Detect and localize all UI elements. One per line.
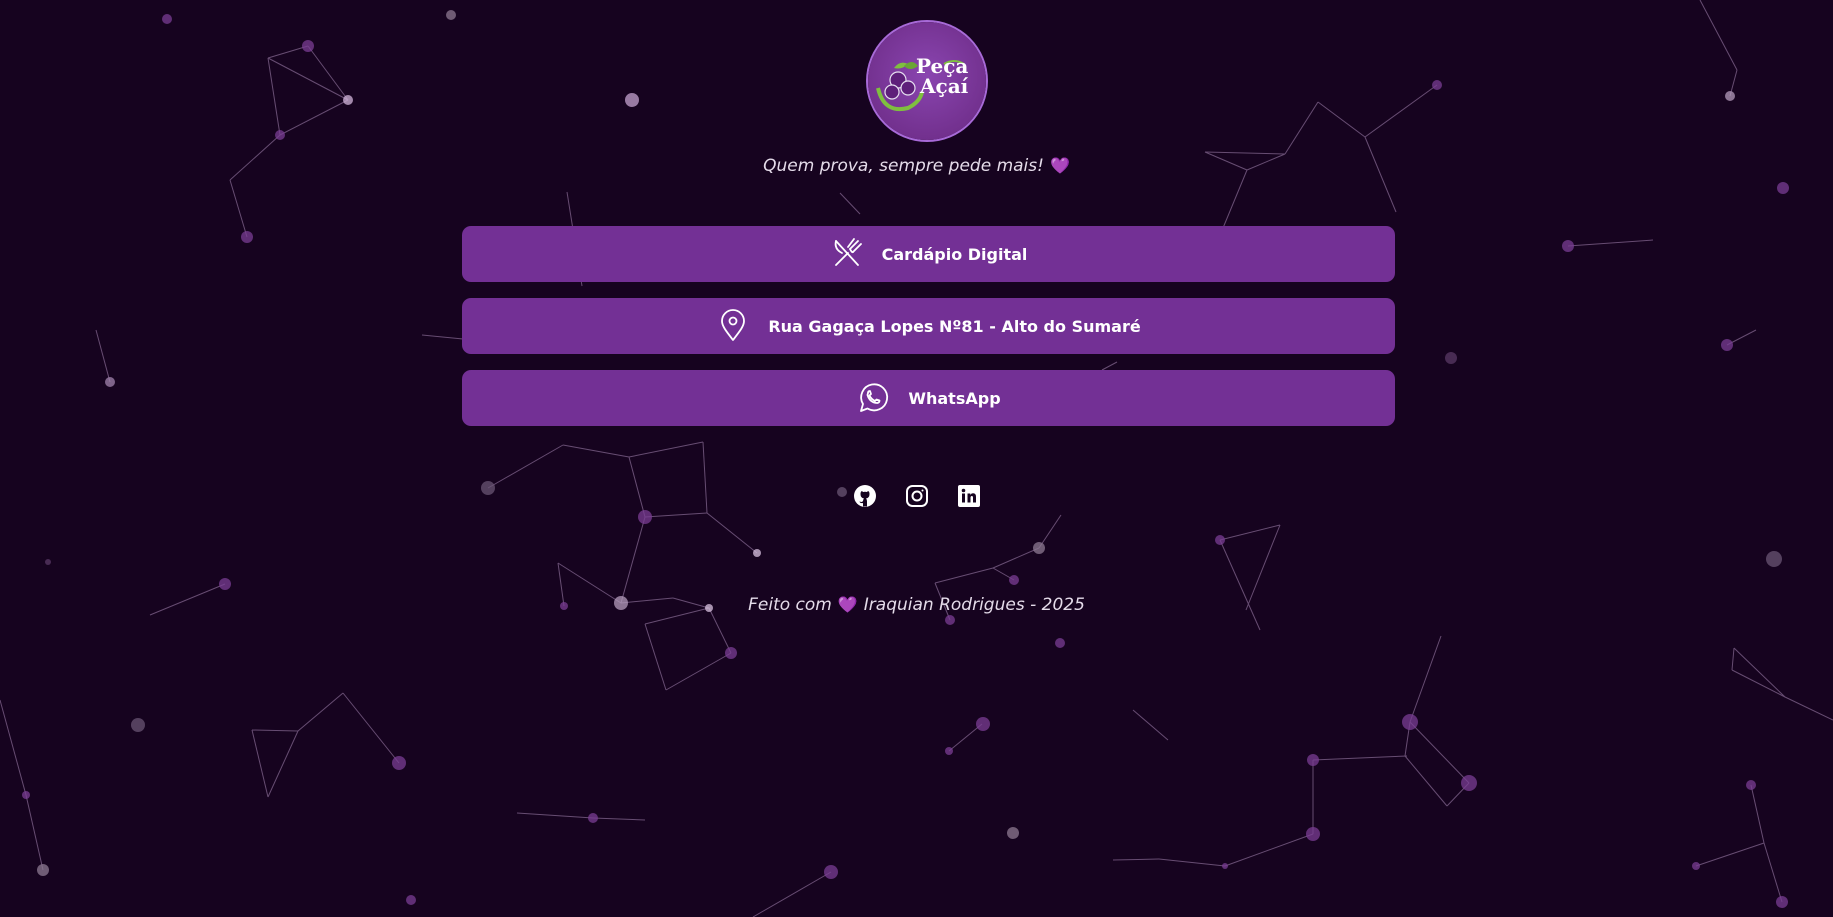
tagline-text: Quem prova, sempre pede mais! xyxy=(763,156,1044,176)
address-label: Rua Gagaça Lopes Nº81 - Alto do Sumaré xyxy=(768,316,1141,336)
utensils-icon xyxy=(830,237,864,271)
footer: Feito com 💜 Iraquian Rodrigues - 2025 xyxy=(0,595,1833,615)
content-layer: Peça Açaí Quem prova, sempre pede mais! 💜… xyxy=(0,0,1833,917)
logo[interactable]: Peça Açaí xyxy=(868,22,986,140)
whatsapp-button[interactable]: WhatsApp xyxy=(462,370,1395,426)
address-button[interactable]: Rua Gagaça Lopes Nº81 - Alto do Sumaré xyxy=(462,298,1395,354)
footer-author: Iraquian Rodrigues - 2025 xyxy=(863,595,1085,615)
logo-text-line1: Peça xyxy=(916,54,969,78)
footer-prefix: Feito com xyxy=(748,595,832,615)
digital-menu-label: Cardápio Digital xyxy=(881,244,1028,264)
tagline: Quem prova, sempre pede mais! 💜 xyxy=(0,155,1833,177)
whatsapp-icon xyxy=(856,381,890,415)
github-icon[interactable] xyxy=(853,484,877,508)
heart-icon: 💜 xyxy=(837,595,858,614)
page: Peça Açaí Quem prova, sempre pede mais! 💜… xyxy=(0,0,1833,917)
social-links xyxy=(0,484,1833,508)
linkedin-icon[interactable] xyxy=(957,484,981,508)
instagram-icon[interactable] xyxy=(905,484,929,508)
map-pin-icon xyxy=(716,309,750,343)
logo-text-line2: Açaí xyxy=(920,74,969,98)
heart-icon: 💜 xyxy=(1049,156,1070,175)
digital-menu-button[interactable]: Cardápio Digital xyxy=(462,226,1395,282)
whatsapp-label: WhatsApp xyxy=(908,388,1001,408)
